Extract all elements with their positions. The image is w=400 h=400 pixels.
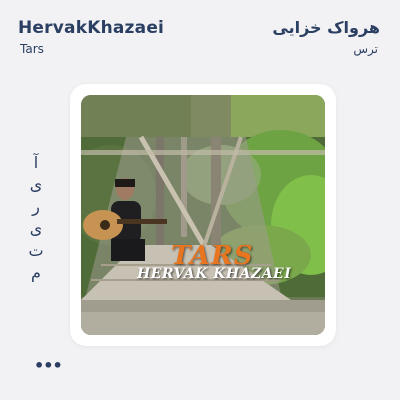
more-options-icon[interactable]: ••• bbox=[34, 356, 63, 375]
artist-name-fa: هرواک خزایی bbox=[272, 18, 380, 37]
side-letter: آ bbox=[33, 153, 39, 172]
cover-artist-name: HERVAK KHAZAEI bbox=[137, 266, 292, 282]
track-name-en: Tars bbox=[20, 42, 44, 56]
side-letter: ی bbox=[29, 219, 43, 238]
cover-artwork bbox=[81, 95, 325, 335]
side-letter: ی bbox=[29, 175, 43, 194]
side-letter: م bbox=[31, 263, 41, 282]
album-card[interactable]: TARS HERVAK KHAZAEI bbox=[70, 84, 336, 346]
track-name-fa: ترس bbox=[353, 42, 378, 56]
side-letter: ت bbox=[28, 241, 44, 260]
vertical-side-label: آ ی ر ی ت م bbox=[28, 155, 44, 281]
album-cover-image[interactable]: TARS HERVAK KHAZAEI bbox=[81, 95, 325, 335]
side-letter: ر bbox=[32, 197, 40, 216]
artist-name-en: HervakKhazaei bbox=[18, 18, 165, 38]
